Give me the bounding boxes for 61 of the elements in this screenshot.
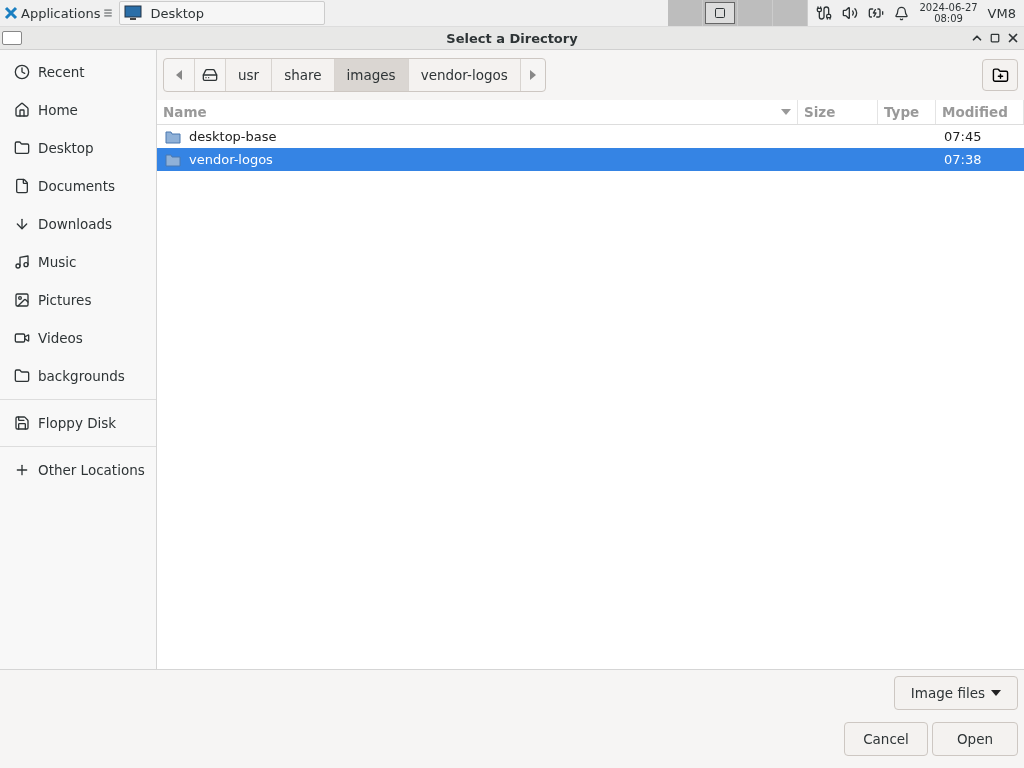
file-name: desktop-base: [189, 129, 277, 144]
user-label: VM8: [987, 5, 1016, 21]
home-icon: [14, 102, 30, 118]
open-button[interactable]: Open: [932, 722, 1018, 756]
battery-icon[interactable]: [868, 5, 885, 21]
sidebar-item[interactable]: backgrounds: [0, 357, 156, 395]
sidebar-item[interactable]: Music: [0, 243, 156, 281]
caret-icon: [991, 690, 1001, 696]
sort-arrow-icon[interactable]: [781, 109, 791, 115]
file-row[interactable]: vendor-logos 07:38: [157, 148, 1024, 171]
image-icon: [14, 292, 30, 308]
x-logo-icon: [4, 6, 18, 20]
window-icon: [714, 7, 727, 19]
folder-icon: [165, 129, 181, 144]
music-icon: [14, 254, 30, 270]
filter-dropdown[interactable]: Image files: [893, 676, 1018, 710]
folder-icon: [14, 140, 30, 156]
sidebar-item[interactable]: Floppy Disk: [0, 404, 156, 442]
sidebar-item[interactable]: Desktop: [0, 129, 156, 167]
path-segment[interactable]: images: [334, 59, 409, 91]
time-text: 08:09: [933, 13, 964, 24]
path-segment[interactable]: vendor-logos: [408, 59, 521, 91]
taskbar-window-button[interactable]: Desktop: [119, 1, 326, 25]
folder-icon: [14, 368, 30, 384]
sidebar-item[interactable]: Videos: [0, 319, 156, 357]
bell-icon[interactable]: [894, 5, 910, 21]
sidebar-item[interactable]: Home: [0, 91, 156, 129]
new-folder-button[interactable]: [982, 59, 1018, 91]
workspace-button[interactable]: [703, 0, 739, 26]
menu-icon: [103, 8, 114, 18]
sidebar-item[interactable]: Pictures: [0, 281, 156, 319]
window-icon: [2, 31, 22, 45]
drive-icon: [202, 67, 218, 83]
applications-menu[interactable]: Applications: [0, 0, 118, 26]
video-icon: [14, 330, 30, 346]
restore-icon[interactable]: [990, 33, 1000, 43]
sidebar-item[interactable]: Other Locations: [0, 451, 156, 489]
path-segment[interactable]: usr: [226, 59, 273, 91]
close-icon[interactable]: [1006, 31, 1020, 45]
download-icon: [14, 216, 30, 232]
left-triangle-icon: [176, 70, 182, 80]
path-segment[interactable]: share: [272, 59, 335, 91]
date-text: 2024-06-27: [919, 2, 978, 13]
network-icon[interactable]: [816, 5, 833, 21]
sidebar-item[interactable]: Documents: [0, 167, 156, 205]
volume-icon[interactable]: [842, 5, 859, 21]
sidebar-item[interactable]: Recent: [0, 53, 156, 91]
document-icon: [14, 178, 30, 194]
window-title: Select a Directory: [445, 30, 579, 46]
folder-plus-icon: [991, 66, 1009, 84]
clock-icon: [14, 64, 30, 80]
cancel-button[interactable]: Cancel: [844, 722, 928, 756]
table-cell: 07:38: [944, 152, 982, 167]
table-cell: 07:45: [944, 129, 982, 144]
plus-icon: [14, 462, 30, 478]
folder-icon: [165, 152, 181, 167]
right-triangle-icon: [529, 70, 536, 80]
floppy-icon: [14, 415, 30, 431]
sidebar-item[interactable]: Downloads: [0, 205, 156, 243]
monitor-icon: [124, 5, 143, 21]
file-name: vendor-logos: [189, 152, 273, 167]
